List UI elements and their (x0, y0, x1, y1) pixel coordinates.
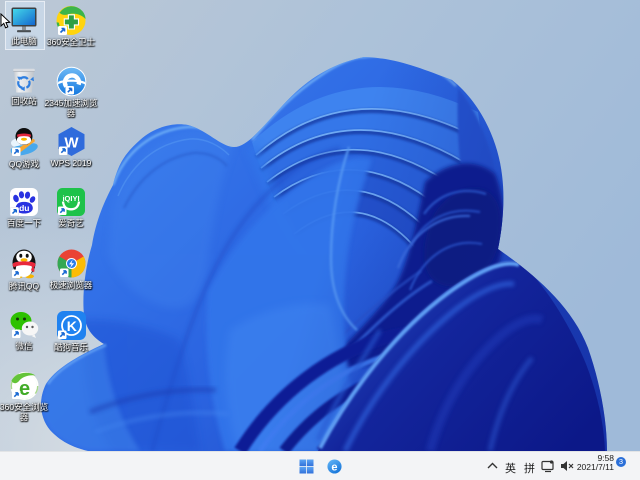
svg-text:e: e (18, 378, 29, 400)
svg-text:K: K (66, 318, 76, 334)
svg-text:e: e (331, 461, 337, 473)
svg-text:iQIYI: iQIYI (62, 194, 79, 203)
